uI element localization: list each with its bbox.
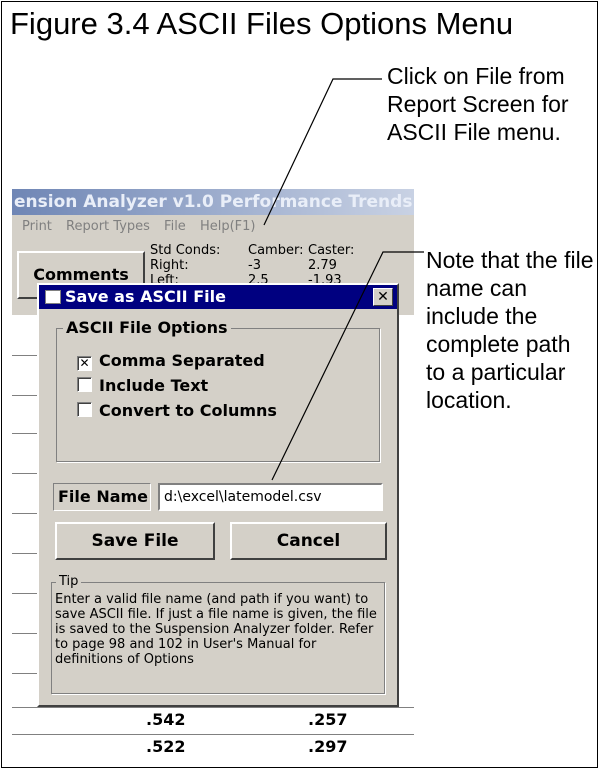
conds-col-caster: Caster: 2.79 -1.93 — [308, 243, 354, 288]
conds-label: Std Conds: — [150, 243, 221, 258]
option-label: Include Text — [99, 376, 209, 395]
options-legend: ASCII File Options — [63, 318, 231, 337]
checkbox-icon[interactable] — [77, 402, 92, 417]
table-cell: .542 — [146, 710, 186, 729]
save-ascii-dialog: Save as ASCII File ✕ ASCII File Options … — [37, 283, 399, 707]
tip-group: Tip Enter a valid file name (and path if… — [51, 574, 385, 694]
option-include-text[interactable]: Include Text — [77, 376, 208, 395]
conds-value: 2.79 — [308, 258, 337, 273]
menu-print[interactable]: Print — [22, 219, 52, 234]
save-file-button[interactable]: Save File — [55, 522, 215, 560]
conds-value: Camber: — [248, 243, 304, 258]
file-name-input[interactable] — [158, 483, 383, 511]
table-row: .522 .297 — [12, 734, 414, 761]
conds-label: Right: — [150, 258, 189, 273]
tip-legend: Tip — [56, 574, 82, 589]
checkbox-icon[interactable] — [77, 377, 92, 392]
callout-file-name: Note that the file name can include the … — [426, 247, 594, 413]
window-icon — [45, 290, 61, 304]
table-cell: .297 — [308, 737, 348, 756]
ascii-options-group: ASCII File Options ✕ Comma Separated Incl… — [56, 318, 380, 462]
menu-file[interactable]: File — [164, 219, 186, 234]
conds-value: Caster: — [308, 243, 355, 258]
table-row: .542 .257 — [12, 707, 414, 734]
dialog-title: Save as ASCII File — [65, 287, 226, 306]
menu-help[interactable]: Help(F1) — [200, 219, 256, 234]
option-comma-separated[interactable]: ✕ Comma Separated — [77, 351, 265, 371]
figure-page: Figure 3.4 ASCII Files Options Menu Clic… — [0, 0, 599, 769]
callout-file-menu: Click on File from Report Screen for ASC… — [387, 63, 569, 145]
menu-report-types[interactable]: Report Types — [66, 219, 150, 234]
option-label: Comma Separated — [99, 351, 265, 370]
app-title-bar: ension Analyzer v1.0 Performance Trends … — [12, 189, 414, 215]
table-cell: .522 — [146, 737, 186, 756]
option-label: Convert to Columns — [99, 401, 277, 420]
app-screenshot: ension Analyzer v1.0 Performance Trends … — [12, 189, 414, 767]
cancel-button[interactable]: Cancel — [230, 522, 387, 560]
checkbox-checked-icon[interactable]: ✕ — [77, 356, 92, 371]
conds-value: -3 — [248, 258, 261, 273]
figure-title: Figure 3.4 ASCII Files Options Menu — [10, 6, 514, 41]
conds-col-camber: Camber: -3 2.5 — [248, 243, 303, 288]
tip-text: Enter a valid file name (and path if you… — [55, 592, 377, 667]
close-button[interactable]: ✕ — [373, 288, 393, 306]
option-convert-to-columns[interactable]: Convert to Columns — [77, 401, 277, 420]
dialog-title-bar: Save as ASCII File ✕ — [39, 285, 397, 309]
file-name-label: File Name — [53, 483, 151, 511]
table-cell: .257 — [308, 710, 348, 729]
conds-col-labels: Std Conds: Right: Left: — [150, 243, 220, 288]
menu-bar: Print Report Types File Help(F1) — [12, 215, 414, 239]
